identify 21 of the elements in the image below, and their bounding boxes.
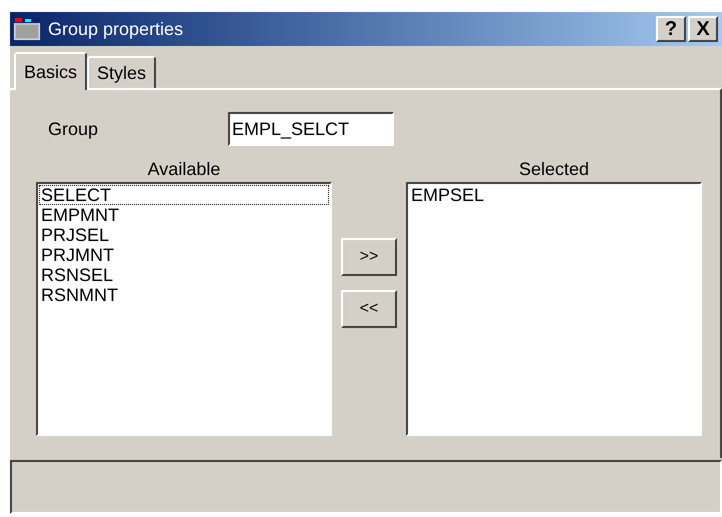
window-title: Group properties xyxy=(48,18,184,41)
remove-button[interactable]: << xyxy=(341,290,397,328)
list-box[interactable]: SELECT EMPMNT PRJSEL PRJMNT RSNSEL RSNMNT xyxy=(36,182,332,436)
list-item[interactable]: RSNMNT xyxy=(39,285,329,305)
list-label: Available xyxy=(148,158,220,180)
list-item[interactable]: PRJSEL xyxy=(39,225,329,245)
close-button[interactable]: X xyxy=(688,16,718,42)
add-button[interactable]: >> xyxy=(341,238,397,276)
list-item[interactable]: SELECT xyxy=(39,185,329,205)
tab[interactable]: Basics xyxy=(14,52,88,90)
group-field[interactable]: EMPL_SELCT xyxy=(228,112,394,146)
list-item[interactable]: PRJMNT xyxy=(39,245,329,265)
list-box[interactable]: EMPSEL xyxy=(406,182,702,436)
tab[interactable]: Styles xyxy=(87,56,156,88)
list-item[interactable]: EMPMNT xyxy=(39,205,329,225)
help-button[interactable]: ? xyxy=(656,16,686,42)
window-icon xyxy=(14,18,40,40)
list-item[interactable]: RSNSEL xyxy=(39,265,329,285)
list-item[interactable]: EMPSEL xyxy=(409,185,699,205)
list-label: Selected xyxy=(518,158,590,180)
field-label: Group xyxy=(48,118,100,141)
